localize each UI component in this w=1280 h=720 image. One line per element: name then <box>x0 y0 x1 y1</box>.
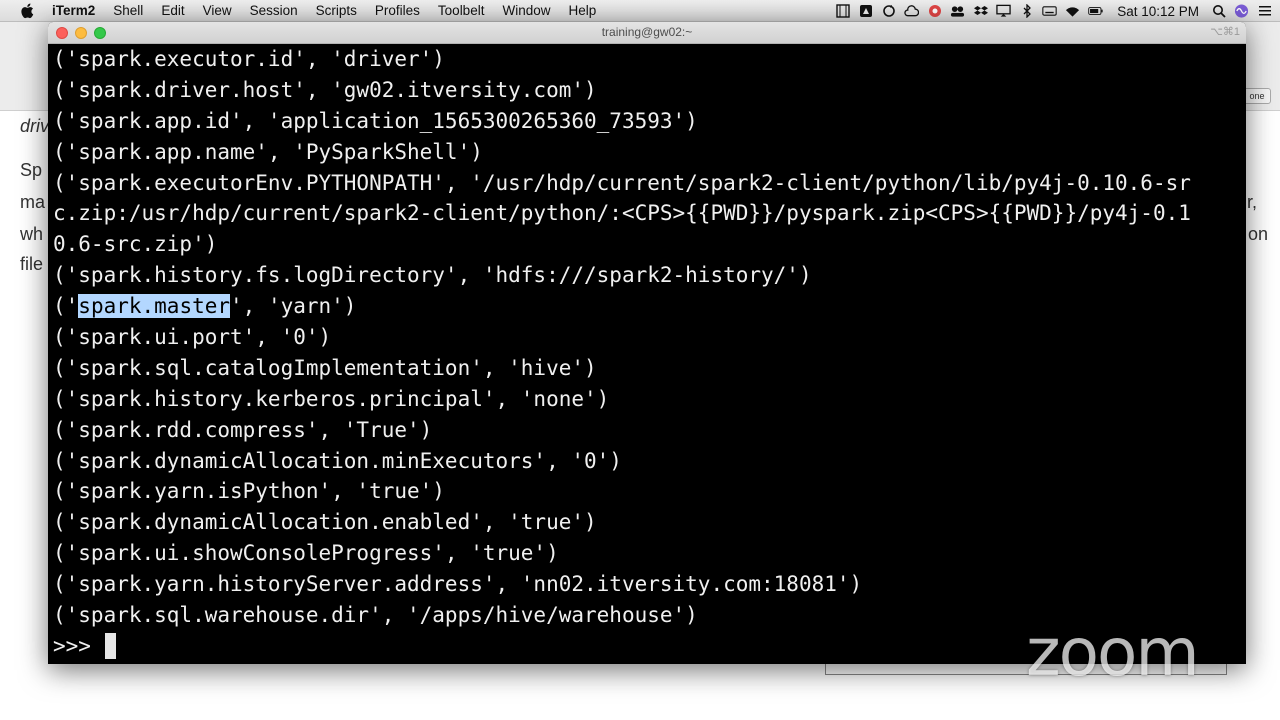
background-text: on <box>1248 224 1269 244</box>
background-text: ma <box>20 192 46 212</box>
terminal-line-selected: ('spark.master', 'yarn') <box>53 291 1243 322</box>
zoom-watermark-logo: zoom <box>1026 614 1200 691</box>
window-title: training@gw02:~ <box>601 25 693 39</box>
background-text: driv <box>20 116 50 136</box>
window-shortcut: ⌥⌘1 <box>1210 26 1240 38</box>
background-button[interactable]: one <box>1243 88 1271 104</box>
terminal-line: ('spark.ui.port', '0') <box>53 325 332 350</box>
menubar-clock[interactable]: Sat 10:12 PM <box>1117 4 1199 19</box>
background-text: wh <box>20 224 44 244</box>
text-cursor <box>104 633 116 660</box>
background-text: file <box>20 254 44 274</box>
display-icon[interactable] <box>996 4 1011 18</box>
shield-icon[interactable] <box>927 5 942 18</box>
cloud-icon[interactable] <box>904 5 920 18</box>
sync-icon[interactable] <box>881 5 896 18</box>
terminal-window: training@gw02:~ ⌥⌘1 ('spark.executor.id'… <box>48 22 1246 664</box>
apple-icon[interactable] <box>18 3 36 19</box>
people-icon[interactable] <box>950 5 965 18</box>
python-prompt: >>> <box>53 633 91 658</box>
terminal-line: ('spark.sql.catalogImplementation', 'hiv… <box>53 355 597 380</box>
dropbox-icon[interactable] <box>973 5 988 18</box>
terminal-line: ('spark.app.id', 'application_1565300265… <box>53 108 698 133</box>
menu-session[interactable]: Session <box>241 3 307 18</box>
menu-toolbelt[interactable]: Toolbelt <box>429 3 494 18</box>
terminal-line: ('spark.dynamicAllocation.enabled', 'tru… <box>53 510 597 535</box>
terminal-line: ('spark.dynamicAllocation.minExecutors',… <box>53 448 622 473</box>
spotlight-search-icon[interactable] <box>1211 5 1226 18</box>
status-area: Sat 10:12 PM <box>835 0 1272 22</box>
terminal-line: ('spark.executor.id', 'driver') <box>53 47 445 71</box>
menu-view[interactable]: View <box>194 3 241 18</box>
terminal-output[interactable]: ('spark.executor.id', 'driver') ('spark.… <box>53 44 1243 662</box>
terminal-line: ('spark.driver.host', 'gw02.itversity.co… <box>53 77 597 102</box>
drive-icon[interactable] <box>858 5 873 18</box>
menu-scripts[interactable]: Scripts <box>307 3 366 18</box>
menu-app-iterm2[interactable]: iTerm2 <box>48 3 104 18</box>
terminal-line: 0.6-src.zip') <box>53 232 218 257</box>
menu-window[interactable]: Window <box>493 3 559 18</box>
background-text: Sp <box>20 160 43 180</box>
selected-line-suffix: ', 'yarn') <box>230 294 357 319</box>
background-text: r, <box>1247 192 1258 212</box>
wifi-icon[interactable] <box>1065 5 1080 18</box>
menu-profiles[interactable]: Profiles <box>366 3 429 18</box>
notification-center-icon[interactable] <box>1257 5 1272 18</box>
terminal-line: ('spark.app.name', 'PySparkShell') <box>53 139 483 164</box>
terminal-titlebar[interactable]: training@gw02:~ ⌥⌘1 <box>48 22 1246 44</box>
text-selection[interactable]: spark.master <box>78 294 231 319</box>
keyboard-icon[interactable] <box>1042 5 1057 18</box>
battery-icon[interactable] <box>1088 5 1103 18</box>
terminal-line: ('spark.history.kerberos.principal', 'no… <box>53 386 610 411</box>
selected-line-prefix: (' <box>53 294 79 319</box>
terminal-line: ('spark.rdd.compress', 'True') <box>53 417 433 442</box>
menu-shell[interactable]: Shell <box>104 3 152 18</box>
terminal-line: ('spark.ui.showConsoleProgress', 'true') <box>53 541 559 566</box>
terminal-line: ('spark.yarn.historyServer.address', 'nn… <box>53 572 863 597</box>
menu-edit[interactable]: Edit <box>152 3 193 18</box>
menu-bar: iTerm2 Shell Edit View Session Scripts P… <box>0 0 1280 22</box>
siri-icon[interactable] <box>1234 4 1249 18</box>
terminal-line: ('spark.history.fs.logDirectory', 'hdfs:… <box>53 263 812 288</box>
bluetooth-icon[interactable] <box>1019 4 1034 18</box>
film-icon[interactable] <box>835 4 850 18</box>
terminal-line: ('spark.yarn.isPython', 'true') <box>53 479 445 504</box>
terminal-line: ('spark.executorEnv.PYTHONPATH', '/usr/h… <box>53 170 1191 195</box>
terminal-line: c.zip:/usr/hdp/current/spark2-client/pyt… <box>53 201 1191 226</box>
menu-help[interactable]: Help <box>559 3 605 18</box>
